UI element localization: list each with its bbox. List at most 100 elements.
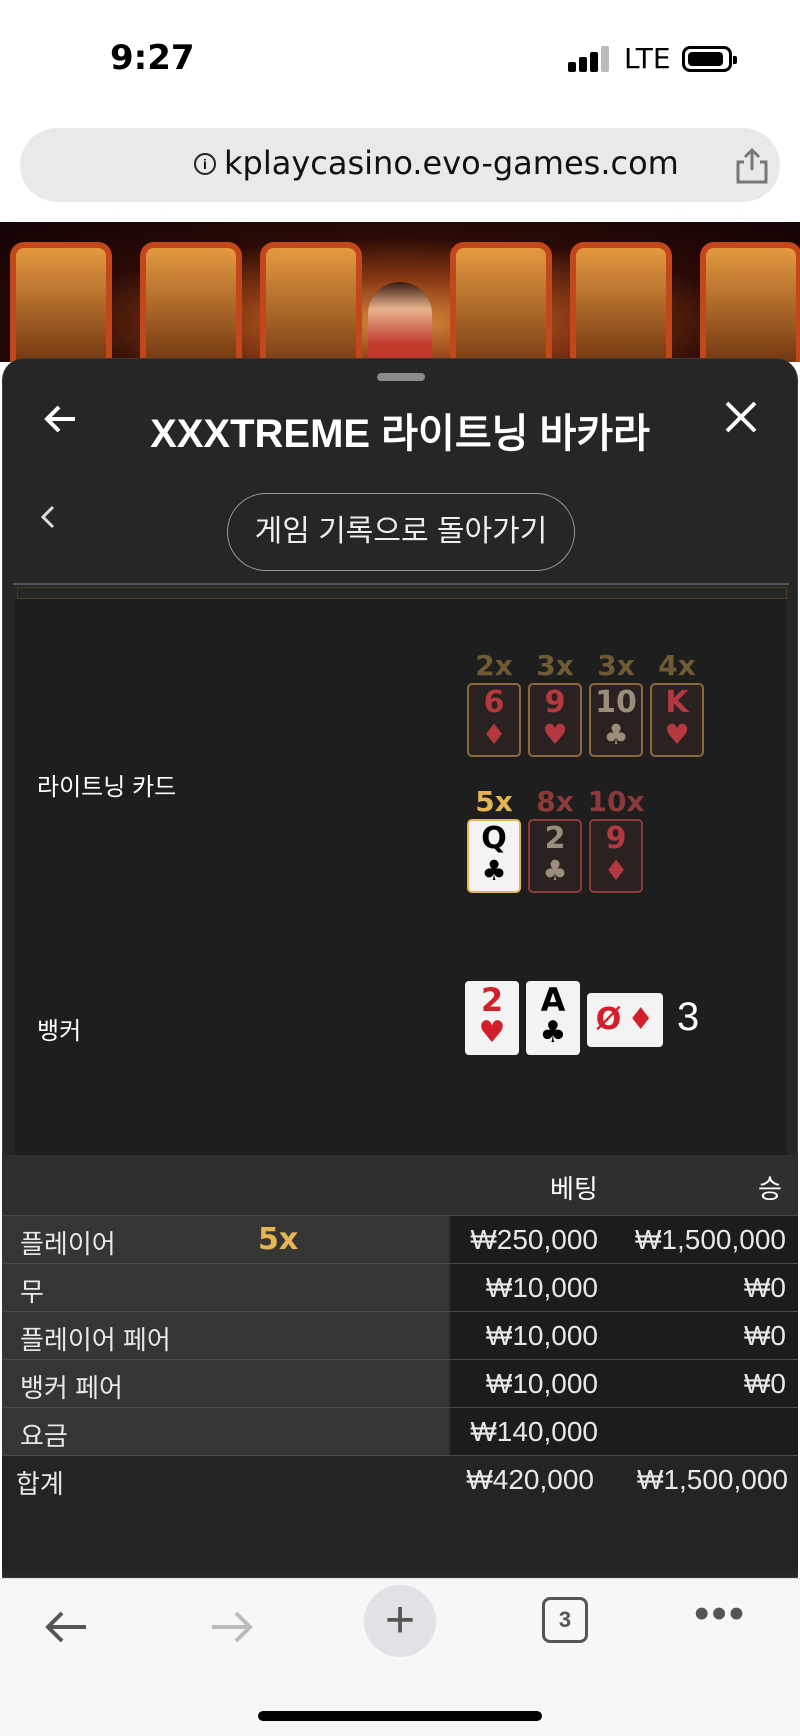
back-icon[interactable]	[40, 1601, 92, 1665]
lightning-card: 2 ♣	[528, 819, 582, 893]
lightning-multiplier: 8x	[536, 785, 574, 818]
total-row: 합계 ₩420,000 ₩1,500,000	[2, 1455, 798, 1571]
bet-amount: ₩10,000	[485, 1320, 598, 1351]
total-win: ₩1,500,000	[637, 1464, 788, 1495]
bet-label-cell: 무	[2, 1264, 449, 1312]
status-bar: 9:27 LTE	[0, 0, 800, 120]
share-icon[interactable]	[732, 146, 772, 186]
total-bet: ₩420,000	[466, 1464, 594, 1495]
card-suit: ♥	[478, 1015, 506, 1050]
close-icon[interactable]	[721, 397, 761, 445]
forward-icon[interactable]	[206, 1601, 258, 1665]
lightning-cards-label: 라이트닝 카드	[37, 774, 177, 801]
card-suit: ♦	[603, 854, 629, 887]
multiplier-badge: 5x	[258, 1222, 299, 1257]
bet-label-cell: 뱅커 페어	[2, 1360, 449, 1408]
lightning-card: 6 ♦	[467, 683, 521, 757]
card-rank: 9	[544, 685, 566, 720]
card-suit: ♣	[539, 1015, 567, 1050]
banker-score: 3	[677, 995, 700, 1039]
card-rank: Q	[481, 821, 507, 856]
bet-values-cell: ₩140,000	[451, 1408, 798, 1456]
bet-label: 무	[20, 1277, 44, 1307]
lightning-card: Q ♣	[467, 819, 521, 893]
card-suit: ♣	[481, 854, 507, 887]
lightning-card: K ♥	[650, 683, 704, 757]
clock: 9:27	[110, 38, 195, 78]
bet-label-cell: 플레이어 5x	[2, 1216, 449, 1264]
info-icon[interactable]: i	[194, 153, 216, 175]
bet-amount: ₩10,000	[485, 1272, 598, 1303]
win-amount: ₩0	[744, 1320, 786, 1351]
banker-card: A ♣	[526, 981, 580, 1055]
table-row: 뱅커 페어 ₩10,000 ₩0	[2, 1359, 798, 1408]
live-video-background	[0, 222, 800, 362]
address-bar[interactable]: i kplaycasino.evo-games.com	[20, 128, 780, 202]
lightning-multiplier: 3x	[597, 649, 635, 682]
card-rank: 2	[480, 981, 504, 1019]
bet-label: 플레이어	[20, 1229, 116, 1259]
bet-label: 플레이어 페어	[20, 1325, 171, 1355]
lightning-multiplier: 10x	[587, 785, 645, 818]
tabs-count-icon[interactable]: 3	[542, 1597, 588, 1643]
card-suit: ♣	[603, 718, 629, 751]
bet-amount: ₩10,000	[485, 1368, 598, 1399]
chevron-left-icon[interactable]	[37, 499, 59, 545]
lightning-multiplier: 4x	[658, 649, 696, 682]
card-suit: ♥	[664, 718, 690, 751]
lightning-strip	[17, 587, 787, 599]
bet-label-cell: 플레이어 페어	[2, 1312, 449, 1360]
win-column-header: 승	[758, 1174, 782, 1204]
table-row: 플레이어 페어 ₩10,000 ₩0	[2, 1311, 798, 1360]
more-dots-icon[interactable]: •••	[694, 1589, 746, 1639]
card-suit: ♥	[542, 718, 568, 751]
win-amount: ₩0	[744, 1272, 786, 1303]
card-rank: 2	[544, 821, 566, 856]
table-row: 요금 ₩140,000	[2, 1407, 798, 1456]
card-rank: 6	[483, 685, 505, 720]
sheet-title: XXXTREME 라이트닝 바카라	[150, 412, 650, 456]
card-rank: 10	[595, 685, 637, 720]
bet-values-cell: ₩250,000 ₩1,500,000	[451, 1216, 798, 1264]
bet-label: 요금	[20, 1421, 68, 1451]
url-text[interactable]: kplaycasino.evo-games.com	[224, 144, 679, 182]
lightning-card: 10 ♣	[589, 683, 643, 757]
bet-values-cell: ₩10,000 ₩0	[451, 1312, 798, 1360]
lightning-card: 9 ♦	[589, 819, 643, 893]
back-to-history-button[interactable]: 게임 기록으로 돌아가기	[227, 493, 575, 571]
lightning-multiplier: 5x	[475, 785, 513, 818]
card-rank: 9	[605, 821, 627, 856]
network-label: LTE	[624, 42, 671, 75]
card-suit: ♦	[481, 718, 507, 751]
round-result-panel: 라이트닝 카드 2x 6 ♦ 3x 9 ♥ 3x 10 ♣ 4x K ♥ 5x Q ♣ 8x 2 ♣ 10x 9 ♦ 뱅…	[15, 599, 787, 1159]
bet-values-cell: ₩10,000 ₩0	[451, 1264, 798, 1312]
cellular-signal-icon	[568, 46, 612, 72]
card-suit: ♦	[627, 1002, 655, 1037]
bet-amount: ₩250,000	[470, 1224, 598, 1255]
bet-column-header: 베팅	[550, 1174, 598, 1204]
bet-amount: ₩140,000	[470, 1416, 598, 1447]
divider	[13, 583, 789, 585]
total-label: 합계	[16, 1469, 64, 1499]
bet-values-cell: ₩10,000 ₩0	[451, 1360, 798, 1408]
table-header: 베팅 승	[2, 1155, 798, 1215]
table-row: 플레이어 5x ₩250,000 ₩1,500,000	[2, 1215, 798, 1264]
banker-third-card: Ø ♦	[587, 993, 663, 1047]
banker-label: 뱅커	[37, 1018, 82, 1045]
lightning-card: 9 ♥	[528, 683, 582, 757]
drag-handle[interactable]	[377, 373, 425, 381]
dealer-figure	[368, 282, 432, 362]
win-amount: ₩0	[744, 1368, 786, 1399]
card-rank: Ø	[595, 1002, 622, 1037]
new-tab-plus-icon[interactable]: +	[364, 1585, 436, 1657]
bet-label: 뱅커 페어	[20, 1373, 123, 1403]
lightning-multiplier: 2x	[475, 649, 513, 682]
card-rank: K	[665, 685, 689, 720]
battery-icon	[682, 46, 737, 72]
card-rank: A	[540, 981, 566, 1019]
win-amount: ₩1,500,000	[635, 1224, 786, 1255]
table-row: 무 ₩10,000 ₩0	[2, 1263, 798, 1312]
lightning-multiplier: 3x	[536, 649, 574, 682]
browser-toolbar: + 3 •••	[0, 1578, 800, 1736]
bet-label-cell: 요금	[2, 1408, 449, 1456]
